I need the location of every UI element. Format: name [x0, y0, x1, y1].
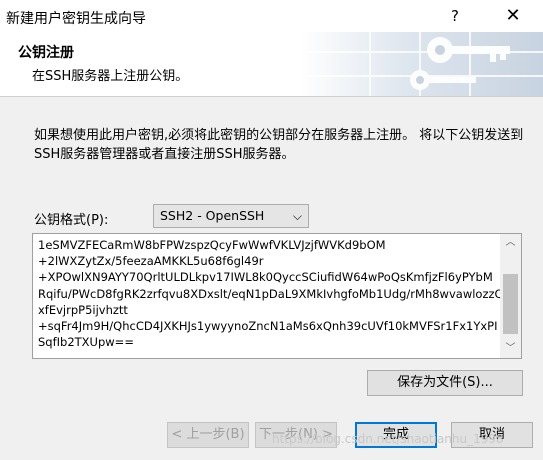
- window-title: 新建用户密钥生成向导: [6, 11, 146, 27]
- back-button[interactable]: < 上一步(B): [167, 422, 249, 448]
- instructions-text: 如果想使用此用户密钥,必须将此密钥的公钥部分在服务器上注册。 将以下公钥发送到S…: [34, 128, 524, 162]
- page-title: 公钥注册: [18, 45, 74, 61]
- title-bar: 新建用户密钥生成向导 ? ✕: [0, 0, 543, 32]
- key-illustration: [300, 32, 543, 96]
- scrollbar-thumb[interactable]: [503, 274, 518, 334]
- public-key-textarea[interactable]: 1eSMVZFECaRmW8bFPWzspzQcyFwWwfVKLVJzjfWV…: [32, 233, 522, 359]
- format-select[interactable]: SSH2 - OpenSSH ⌵: [153, 204, 309, 228]
- help-button[interactable]: ?: [440, 4, 470, 28]
- scroll-up-icon[interactable]: ︿: [500, 234, 521, 252]
- close-button[interactable]: ✕: [496, 4, 530, 28]
- scroll-down-icon[interactable]: ﹀: [500, 340, 521, 358]
- page-subtitle: 在SSH服务器上注册公钥。: [32, 69, 189, 84]
- watermark: https://blog.csdn.net/shaotianhu_1998: [272, 432, 504, 446]
- public-key-text[interactable]: 1eSMVZFECaRmW8bFPWzspzQcyFwWwfVKLVJzjfWV…: [38, 237, 500, 350]
- save-to-file-button[interactable]: 保存为文件(S)...: [367, 370, 523, 396]
- header-divider: [0, 96, 543, 97]
- chevron-down-icon: ⌵: [292, 209, 302, 223]
- format-select-value: SSH2 - OpenSSH: [160, 208, 265, 223]
- wizard-header: 公钥注册 在SSH服务器上注册公钥。: [0, 32, 543, 96]
- vertical-scrollbar[interactable]: ︿ ﹀: [500, 234, 521, 358]
- format-label: 公钥格式(P):: [34, 213, 109, 228]
